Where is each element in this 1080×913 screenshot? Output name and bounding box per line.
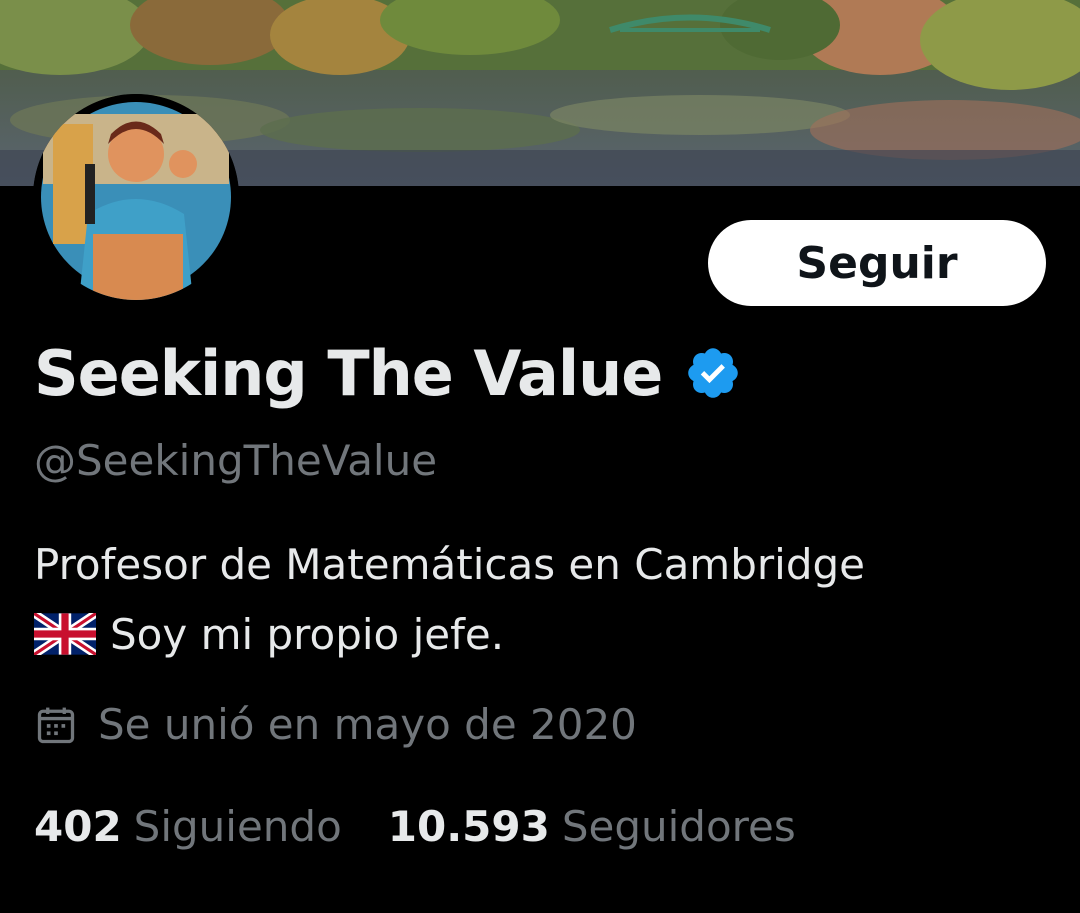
followers-link[interactable]: 10.593 Seguidores bbox=[388, 802, 796, 851]
follow-button[interactable]: Seguir bbox=[708, 220, 1046, 306]
profile-bio: Profesor de Matemáticas en Cambridge Soy… bbox=[31, 530, 1044, 670]
following-label: Siguiendo bbox=[133, 802, 342, 851]
verified-badge-icon[interactable] bbox=[684, 344, 742, 402]
profile-stats: 402 Siguiendo 10.593 Seguidores bbox=[34, 802, 842, 851]
following-link[interactable]: 402 Siguiendo bbox=[34, 802, 342, 851]
followers-count: 10.593 bbox=[387, 802, 550, 851]
following-count: 402 bbox=[34, 802, 122, 851]
calendar-icon bbox=[34, 703, 78, 747]
name-row: Seeking The Value bbox=[34, 328, 742, 418]
followers-label: Seguidores bbox=[561, 802, 796, 851]
uk-flag-icon bbox=[31, 606, 99, 659]
profile-avatar[interactable] bbox=[33, 94, 239, 300]
display-name: Seeking The Value bbox=[34, 336, 663, 410]
bio-line-2-text: Soy mi propio jefe. bbox=[110, 610, 505, 659]
joined-date: Se unió en mayo de 2020 bbox=[34, 700, 637, 749]
bio-line-2: Soy mi propio jefe. bbox=[31, 600, 1044, 670]
profile-page: Seguir Seeking The Value @SeekingTheValu… bbox=[0, 0, 1080, 913]
profile-handle: @SeekingTheValue bbox=[34, 436, 438, 485]
joined-text: Se unió en mayo de 2020 bbox=[98, 700, 637, 749]
bio-line-1: Profesor de Matemáticas en Cambridge bbox=[34, 540, 865, 589]
